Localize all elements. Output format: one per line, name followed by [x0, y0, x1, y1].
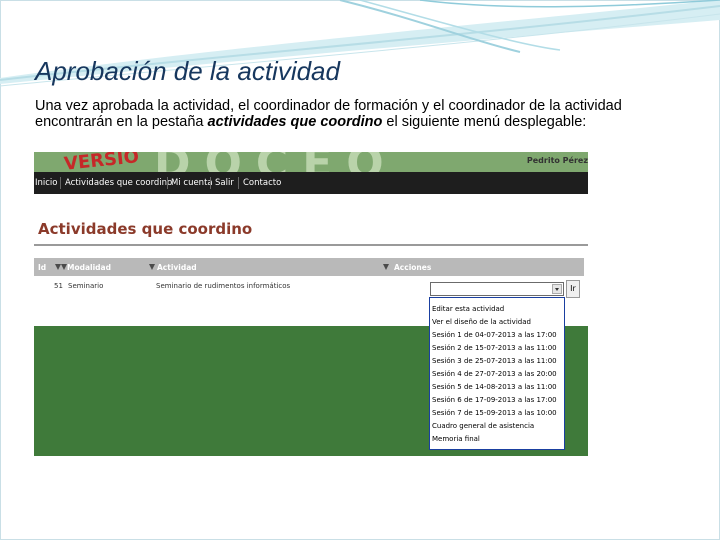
column-header-modalidad[interactable]: Modalidad [67, 263, 111, 272]
go-button[interactable]: Ir [566, 280, 580, 298]
sort-arrow-icon[interactable] [383, 264, 389, 270]
row-id: 51 [54, 282, 63, 290]
nav-item-mi-cuenta[interactable]: Mi cuenta [171, 178, 213, 188]
page-heading: Actividades que coordino [38, 220, 253, 238]
dropdown-option[interactable]: Memoria final [432, 433, 562, 445]
sort-arrow-icon[interactable] [149, 264, 155, 270]
dropdown-option[interactable]: Ver el diseño de la actividad [432, 316, 562, 328]
table-header: Id Modalidad Actividad Acciones [34, 258, 584, 276]
nav-item-contacto[interactable]: Contacto [243, 178, 281, 188]
nav-separator [167, 177, 168, 189]
dropdown-option[interactable]: Sesión 5 de 14-08-2013 a las 11:00 [432, 381, 562, 393]
logged-user-name: Pedrito Pérez [526, 156, 588, 165]
row-modalidad: Seminario [68, 282, 104, 290]
dropdown-option[interactable]: Sesión 4 de 27-07-2013 a las 20:00 [432, 368, 562, 380]
dropdown-option[interactable]: Sesión 3 de 25-07-2013 a las 11:00 [432, 355, 562, 367]
top-navigation-bar: Inicio Actividades que coordino Mi cuent… [34, 172, 588, 194]
dropdown-option[interactable]: Sesión 7 de 15-09-2013 a las 10:00 [432, 407, 562, 419]
row-actividad: Seminario de rudimentos informáticos [156, 282, 291, 290]
body-text-emphasis: actividades que coordino [207, 114, 383, 130]
dropdown-option[interactable]: Editar esta actividad [432, 303, 562, 315]
actions-select[interactable] [430, 282, 564, 296]
column-header-actividad[interactable]: Actividad [157, 263, 197, 272]
banner-version-stamp: VERSIÓ [63, 152, 140, 172]
column-header-acciones[interactable]: Acciones [394, 263, 431, 272]
nav-item-inicio[interactable]: Inicio [35, 178, 58, 188]
nav-separator [60, 177, 61, 189]
slide-body-text: Una vez aprobada la actividad, el coordi… [35, 98, 695, 130]
dropdown-option[interactable]: Sesión 1 de 04-07-2013 a las 17:00 [432, 329, 562, 341]
nav-item-salir[interactable]: Salir [215, 178, 234, 188]
chevron-down-icon[interactable] [552, 284, 562, 294]
embedded-screenshot: DOCEO VERSIÓ Pedrito Pérez Inicio Activi… [34, 152, 588, 456]
column-header-id[interactable]: Id [38, 263, 46, 272]
site-banner: DOCEO VERSIÓ Pedrito Pérez [34, 152, 588, 172]
nav-item-actividades-que-coordino[interactable]: Actividades que coordino [65, 178, 172, 188]
slide-title: Aprobación de la actividad [35, 56, 340, 86]
heading-divider [34, 244, 588, 246]
banner-logo-text: DOCEO [154, 152, 398, 172]
actions-dropdown-list: Editar esta actividad Ver el diseño de l… [429, 297, 565, 450]
dropdown-option[interactable]: Sesión 2 de 15-07-2013 a las 11:00 [432, 342, 562, 354]
dropdown-option[interactable]: Sesión 6 de 17-09-2013 a las 17:00 [432, 394, 562, 406]
nav-separator [210, 177, 211, 189]
nav-separator [238, 177, 239, 189]
dropdown-option[interactable]: Cuadro general de asistencia [432, 420, 562, 432]
body-text-part: el siguiente menú desplegable: [382, 114, 587, 130]
